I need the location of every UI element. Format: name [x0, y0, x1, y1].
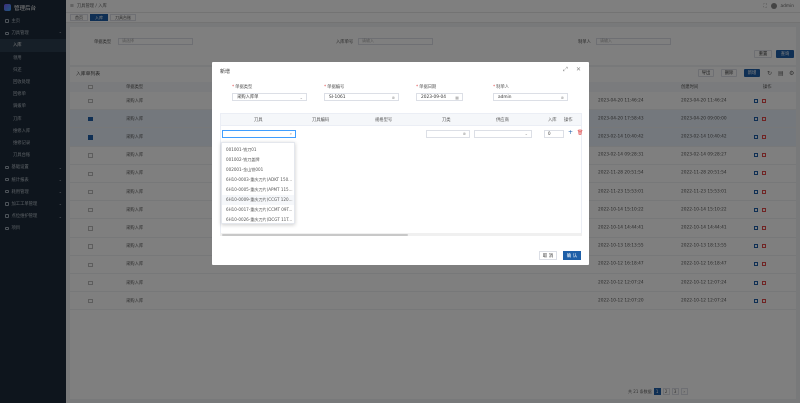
dropdown-option[interactable]: 6H10-0009-重庆刀片(CCGT 120...	[222, 195, 294, 205]
dropdown-option[interactable]: 6H10-0003-重庆刀片(ADKT 150...	[222, 175, 294, 185]
dropdown-option[interactable]: 001002-铣刀盖牌	[222, 155, 294, 165]
col-qty: 入库	[548, 117, 557, 123]
add-row-icon[interactable]: +	[568, 129, 573, 136]
tool-select[interactable]: ⌕	[222, 129, 296, 138]
chevron-down-icon: ⌄	[299, 94, 303, 100]
detail-table-header: 刀具 刀具编码 规格型号 刀类 供应商 入库 操作	[221, 114, 581, 126]
field-date-label: *单据日期	[416, 85, 437, 90]
cancel-button[interactable]: 取 消	[539, 251, 557, 260]
maker-input[interactable]: admin ⊗	[493, 93, 568, 101]
clear-icon: ⊗	[391, 94, 395, 100]
table-h-scrollbar[interactable]	[220, 233, 582, 236]
modal-title: 新增	[220, 69, 231, 75]
doc-date-picker[interactable]: 2023-09-04 ▦	[416, 93, 463, 101]
col-ops: 操作	[564, 117, 573, 123]
dropdown-option[interactable]: 001001-铣刀01	[222, 145, 294, 155]
doc-type-select[interactable]: 采购入库单 ⌄	[232, 93, 307, 101]
category-select[interactable]: ⊗	[426, 129, 470, 138]
dropdown-option[interactable]: 6H10-0026-重庆刀片(DCGT 11T...	[222, 215, 294, 225]
tool-dropdown: 001001-铣刀01 001002-铣刀盖牌 002001-金山铣001 6H10-…	[221, 142, 295, 224]
dropdown-option[interactable]: 002001-金山铣001	[222, 165, 294, 175]
col-spec: 规格型号	[375, 117, 393, 123]
chevron-down-icon: ⌄	[524, 131, 528, 136]
maximize-icon[interactable]: ⤢	[563, 66, 568, 74]
field-no-label: *单据编号	[324, 85, 345, 90]
calendar-icon: ▦	[455, 94, 459, 100]
confirm-button[interactable]: 确 认	[563, 251, 581, 260]
search-icon: ⌕	[289, 131, 292, 136]
dropdown-option[interactable]: 6H10-0005-重庆刀片(APMT 115...	[222, 185, 294, 195]
col-category: 刀类	[442, 117, 451, 123]
dropdown-option[interactable]: 6H10-0017-重庆刀片(CCMT 09T...	[222, 205, 294, 215]
supplier-select[interactable]: ⌄	[474, 129, 532, 138]
close-icon[interactable]: ✕	[576, 66, 581, 74]
col-tool: 刀具	[254, 117, 263, 123]
col-code: 刀具编码	[312, 117, 330, 123]
scroll-thumb[interactable]	[222, 233, 408, 236]
clear-icon: ⊗	[462, 131, 466, 136]
qty-input[interactable]: 0	[544, 129, 564, 138]
delete-row-icon[interactable]: 🗑	[577, 130, 583, 136]
field-maker-label: *制单人	[493, 85, 510, 90]
clear-icon: ⊗	[560, 94, 564, 100]
field-type-label: *单据类型	[232, 85, 253, 90]
col-supplier: 供应商	[496, 117, 509, 123]
detail-row: ⌕ ⊗ ⌄ 0 + 🗑	[221, 126, 583, 141]
doc-no-input[interactable]: SI-1061 ⊗	[324, 93, 399, 101]
